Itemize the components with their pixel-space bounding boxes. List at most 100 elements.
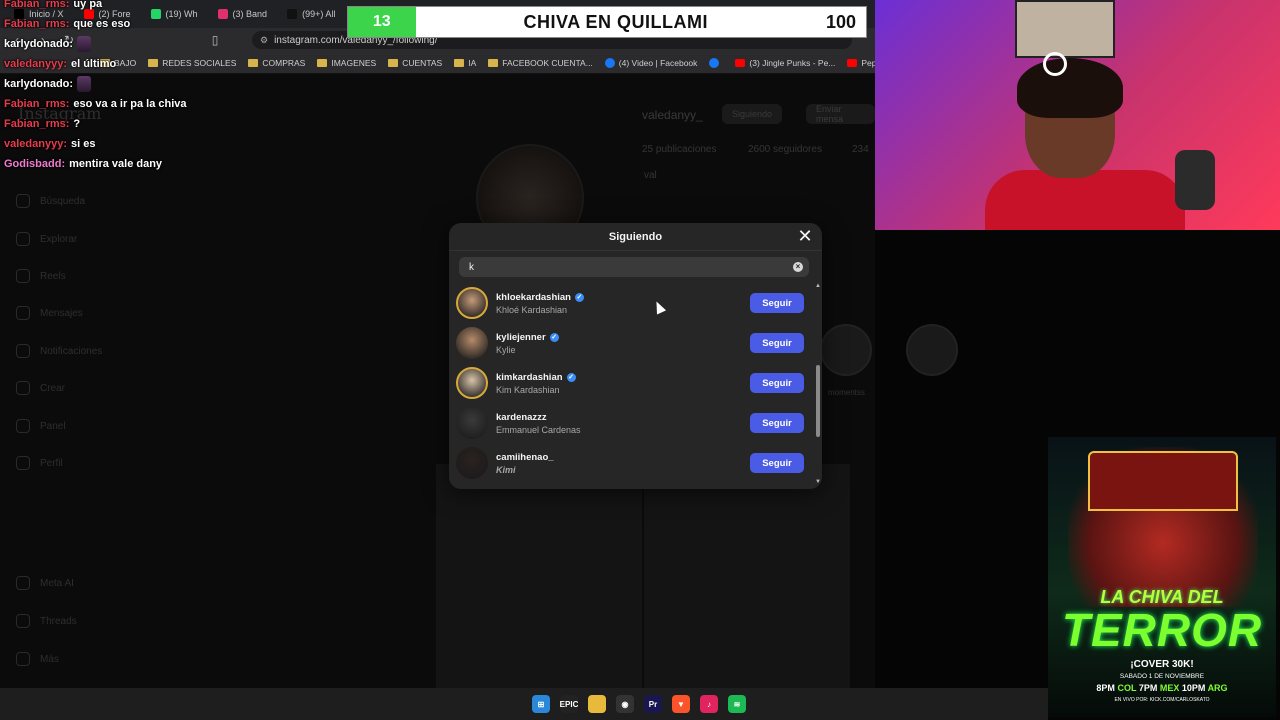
bookmark-item[interactable]: (3) Jingle Punks - Pe... — [735, 58, 835, 68]
ig-nav-label: Panel — [40, 420, 66, 432]
chat-text: uy pa — [73, 0, 103, 10]
ig-nav-item: Meta AI — [16, 576, 74, 590]
poster-title-big: TERROR — [1061, 604, 1263, 656]
obs-icon[interactable]: ◉ — [616, 695, 634, 713]
ig-nav-item: Reels — [16, 269, 66, 283]
following-list-item[interactable]: kyliejenner ✓ Kylie Seguir — [456, 323, 804, 363]
counter-goal: 100 — [825, 11, 857, 32]
chat-message: Fabian_rms: uy pa — [4, 0, 244, 14]
bookmark-label: (3) Jingle Punks - Pe... — [749, 57, 836, 68]
streamer-shirt — [985, 170, 1185, 230]
chat-username: Fabian_rms: — [4, 0, 70, 10]
chat-message: Fabian_rms: que es eso — [4, 14, 244, 34]
ig-nav-item: Más — [16, 652, 59, 666]
premiere-glyph: Pr — [648, 699, 658, 709]
scroll-up-icon[interactable]: ▲ — [815, 283, 821, 289]
tz-arg: ARG — [1207, 683, 1228, 693]
chat-emote-icon — [77, 36, 92, 52]
profile-username: valedanyy_ — [642, 108, 703, 122]
close-icon[interactable]: ✕ — [796, 227, 814, 245]
bookmark-item[interactable]: FACEBOOK CUENTA... — [488, 58, 593, 68]
posts-count: 25 publicaciones — [642, 144, 717, 155]
modal-header: Siguiendo ✕ — [449, 223, 822, 251]
ig-nav-label: Más — [40, 653, 59, 665]
ig-nav-item: Crear — [16, 381, 65, 395]
epic-games-icon[interactable]: EPIC — [560, 695, 578, 713]
tiktok-icon[interactable]: ♪ — [700, 695, 718, 713]
brave-icon[interactable]: ▼ — [672, 695, 690, 713]
stream-screen: Inicio / X (2) Fore (19) Wh (3) Band (99+) A… — [0, 0, 1280, 720]
spotify-icon[interactable]: ≋ — [728, 695, 746, 713]
tz-col: COL — [1117, 683, 1137, 693]
ig-nav-label: Crear — [40, 382, 66, 394]
folder-icon — [388, 58, 399, 67]
avatar[interactable] — [456, 327, 488, 359]
search-input[interactable]: k × — [459, 257, 809, 277]
post-thumbnail — [644, 464, 850, 688]
username-text: kardenazzz — [496, 411, 547, 423]
avatar[interactable] — [456, 407, 488, 439]
following-button: Siguiendo — [722, 104, 783, 124]
follow-button[interactable]: Seguir — [750, 413, 804, 433]
user-names: khloekardashian ✓ Khloé Kardashian — [496, 292, 750, 315]
following-list-item[interactable]: khloekardashian ✓ Khloé Kardashian Seguir — [456, 283, 804, 323]
full-name: Kim Kardashian — [496, 384, 560, 395]
site-info-icon[interactable]: ⚙ — [260, 35, 268, 46]
following-list-item[interactable]: camiihenao_ Kimi Seguir — [456, 443, 804, 483]
file-explorer-icon[interactable] — [588, 695, 606, 713]
bookmark-item[interactable]: COMPRAS — [248, 58, 305, 68]
bookmark-label: COMPRAS — [262, 57, 306, 68]
scrollbar-thumb[interactable] — [816, 365, 820, 437]
username[interactable]: kardenazzz — [496, 412, 750, 423]
full-name: Kimi — [496, 464, 516, 475]
bookmark-item[interactable]: IA — [454, 58, 476, 68]
bookmark-item[interactable] — [709, 57, 723, 68]
modal-title: Siguiendo — [608, 231, 663, 243]
ig-nav-icon — [16, 652, 30, 666]
username[interactable]: khloekardashian ✓ — [496, 292, 750, 303]
following-list-item[interactable]: kardenazzz Emmanuel Cardenas Seguir — [456, 403, 804, 443]
folder-icon — [248, 58, 259, 67]
windows-taskbar: ⊞ EPIC ◉ Pr ▼ ♪ ≋ — [0, 688, 1048, 720]
chat-message: karlydonado: — [4, 34, 244, 54]
avatar[interactable] — [456, 287, 488, 319]
follow-button[interactable]: Seguir — [750, 453, 804, 473]
verified-badge-icon: ✓ — [574, 292, 584, 302]
facebook-icon — [604, 57, 615, 68]
poster-chiva-bus — [1088, 451, 1238, 511]
username[interactable]: camiihenao_ — [496, 452, 750, 463]
time-col: 8PM — [1096, 683, 1115, 693]
folder-icon — [488, 58, 499, 67]
bookmark-item[interactable]: IMAGENES — [317, 58, 376, 68]
bookmark-item[interactable]: CUENTAS — [388, 58, 442, 68]
time-arg: 10PM — [1181, 683, 1206, 693]
verified-badge-icon: ✓ — [549, 332, 559, 342]
avatar[interactable] — [456, 447, 488, 479]
chat-message: Fabian_rms: eso va a ir pa la chiva — [4, 94, 244, 114]
microphone — [1175, 150, 1215, 210]
clear-search-icon[interactable]: × — [793, 262, 803, 272]
premiere-icon[interactable]: Pr — [644, 695, 662, 713]
following-list-item[interactable]: kimkardashian ✓ Kim Kardashian Seguir — [456, 363, 804, 403]
username[interactable]: kyliejenner ✓ — [496, 332, 750, 343]
browser-tab[interactable]: (99+) All — [279, 3, 343, 25]
bookmark-label: IMAGENES — [331, 57, 377, 68]
bookmark-item[interactable]: (4) Video | Facebook — [604, 57, 697, 68]
user-names: camiihenao_ Kimi — [496, 452, 750, 475]
chat-text: si es — [70, 138, 96, 150]
highlight-2 — [906, 324, 958, 376]
ig-nav-icon — [16, 344, 30, 358]
scroll-down-icon[interactable]: ▼ — [815, 479, 821, 485]
ig-nav-label: Meta AI — [40, 577, 74, 589]
follow-button[interactable]: Seguir — [750, 373, 804, 393]
follow-button[interactable]: Seguir — [750, 333, 804, 353]
windows-start-icon[interactable]: ⊞ — [532, 695, 550, 713]
counter-title: CHIVA EN QUILLAMI — [523, 11, 709, 32]
chat-username: karlydonado: — [4, 38, 74, 50]
highlight-label: momentss — [828, 388, 865, 397]
chat-text: el último — [70, 58, 117, 70]
avatar[interactable] — [456, 367, 488, 399]
username[interactable]: kimkardashian ✓ — [496, 372, 750, 383]
ig-nav-item: Explorar — [16, 232, 77, 246]
follow-button[interactable]: Seguir — [750, 293, 804, 313]
